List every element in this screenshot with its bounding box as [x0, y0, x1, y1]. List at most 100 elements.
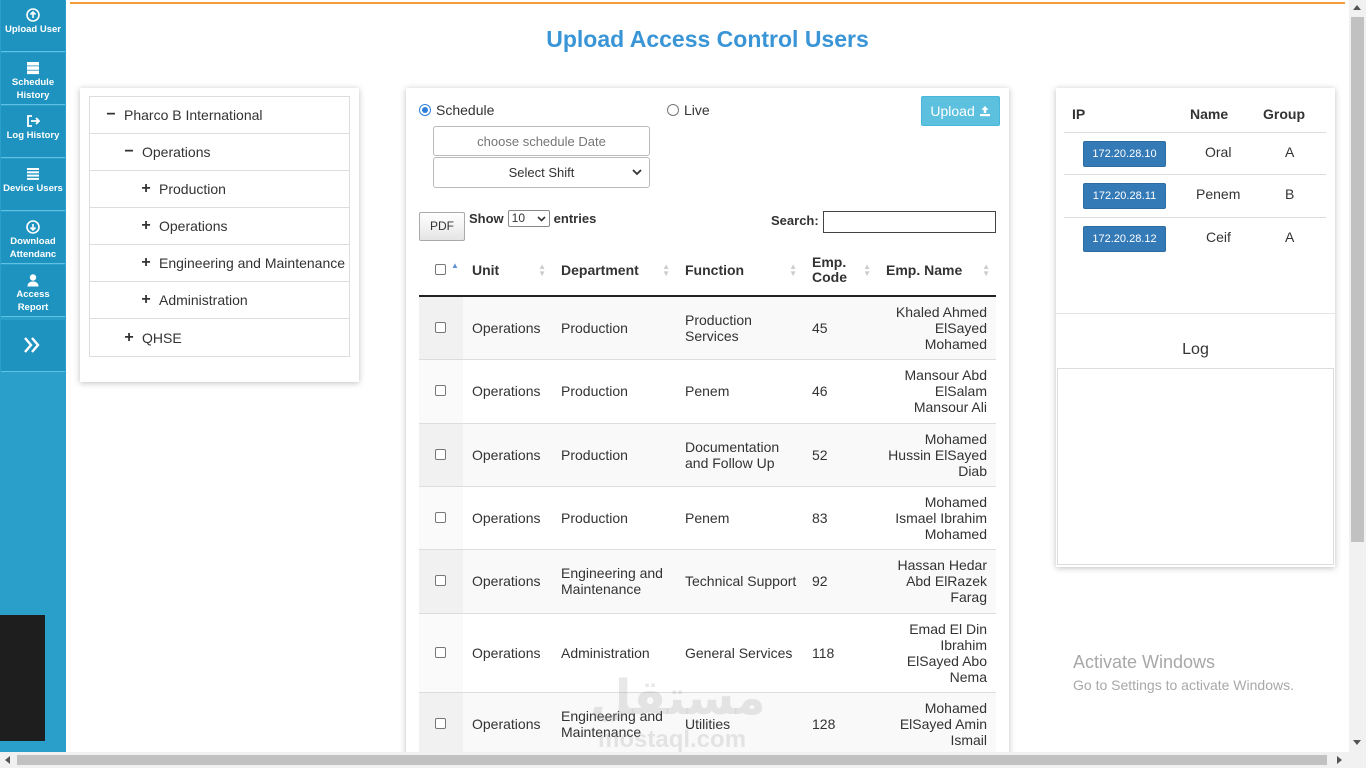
sidebar-item-access-report[interactable]: Access Report	[1, 265, 65, 317]
row-select-cell[interactable]	[419, 548, 463, 613]
sort-asc-icon: ▲	[451, 261, 459, 270]
schedule-date-input[interactable]	[433, 126, 650, 156]
table-row[interactable]: Operations Production Penem 83 Mohamed Ismae…	[419, 485, 996, 549]
row-select-cell[interactable]	[419, 422, 463, 486]
sidebar-expand-button[interactable]	[1, 320, 65, 372]
device-ip-button[interactable]: 172.20.28.12	[1083, 226, 1166, 252]
column-unit[interactable]: Unit ▲ ▼	[463, 245, 552, 297]
tree-node-operations[interactable]: − Operations	[90, 134, 349, 171]
cell-unit: Operations	[463, 295, 552, 359]
tree-node-administration[interactable]: + Administration	[90, 282, 349, 319]
row-checkbox[interactable]	[435, 646, 446, 658]
row-select-cell[interactable]	[419, 691, 463, 755]
sort-icon: ▲ ▼	[789, 262, 797, 278]
sign-out-icon	[27, 115, 40, 127]
shift-select[interactable]: Select Shift	[433, 157, 650, 188]
column-emp-code[interactable]: Emp. Code ▲ ▼	[803, 245, 877, 297]
select-all-checkbox[interactable]	[435, 264, 446, 275]
row-select-cell[interactable]	[419, 358, 463, 423]
tree-node-label: Engineering and Maintenance	[159, 255, 346, 271]
scroll-down-arrow-icon[interactable]	[1353, 740, 1361, 745]
live-radio[interactable]	[667, 104, 679, 116]
row-checkbox[interactable]	[435, 385, 446, 396]
table-row[interactable]: Operations Production Production Services 4…	[419, 295, 996, 359]
device-ip-button[interactable]: 172.20.28.10	[1083, 141, 1166, 167]
sidebar-item-log-history[interactable]: Log History	[1, 106, 65, 158]
device-ip-button[interactable]: 172.20.28.11	[1083, 183, 1166, 209]
collapse-icon[interactable]: −	[122, 143, 136, 161]
row-select-cell[interactable]	[419, 612, 463, 692]
scroll-left-arrow-icon[interactable]	[5, 756, 10, 764]
tree-node-operations-sub[interactable]: + Operations	[90, 208, 349, 245]
sidebar-item-label: Schedule History	[11, 77, 55, 101]
tree-node-pharco[interactable]: − Pharco B International	[90, 97, 349, 134]
expand-icon[interactable]: +	[139, 180, 153, 198]
sidebar-item-upload-user[interactable]: Upload User	[1, 0, 65, 52]
row-checkbox[interactable]	[435, 511, 446, 523]
table-row[interactable]: Operations Engineering and Maintenance Tec…	[419, 548, 996, 613]
device-group: B	[1285, 186, 1295, 202]
search-input[interactable]	[823, 211, 996, 233]
cell-emp-code: 83	[803, 485, 877, 549]
tree-node-label: Administration	[159, 292, 248, 308]
watermark-logo: مستقل	[590, 672, 766, 725]
device-row: 172.20.28.11 Penem B	[1064, 174, 1326, 216]
column-header-label: Function	[685, 262, 745, 278]
vertical-scroll-thumb[interactable]	[1351, 17, 1364, 542]
horizontal-scrollbar[interactable]	[0, 752, 1366, 768]
expand-icon[interactable]: +	[122, 329, 136, 347]
select-all-header[interactable]: ▲	[419, 245, 463, 297]
column-function[interactable]: Function ▲ ▼	[676, 245, 803, 297]
live-radio-label: Live	[684, 102, 710, 118]
server-icon	[27, 62, 39, 75]
activate-windows-subtitle: Go to Settings to activate Windows.	[1073, 677, 1294, 693]
entries-select-value: 10	[511, 211, 526, 225]
row-checkbox[interactable]	[435, 717, 446, 729]
table-row[interactable]: Operations Production Documentation and Fo…	[419, 422, 996, 486]
collapse-icon[interactable]: −	[104, 106, 118, 124]
device-name: Oral	[1205, 144, 1232, 160]
tree-node-engineering[interactable]: + Engineering and Maintenance	[90, 245, 349, 282]
sidebar-item-download-attendance[interactable]: Download Attendanc	[1, 212, 65, 264]
pdf-export-button[interactable]: PDF	[419, 212, 465, 241]
column-emp-name[interactable]: Emp. Name ▲ ▼	[877, 245, 996, 297]
expand-icon[interactable]: +	[139, 217, 153, 235]
cell-department: Production	[552, 295, 676, 359]
cell-emp-code: 118	[803, 612, 877, 692]
sidebar-item-label: Access Report	[16, 289, 50, 313]
watermark-url: mostaql.com	[598, 726, 747, 753]
schedule-radio[interactable]	[419, 104, 431, 116]
column-header-label: Emp. Name	[886, 262, 963, 278]
cell-emp-name: Hassan Hedar Abd ElRazek Farag	[877, 548, 996, 613]
sidebar-item-device-users[interactable]: Device Users	[1, 159, 65, 211]
row-checkbox[interactable]	[435, 448, 446, 460]
row-select-cell[interactable]	[419, 485, 463, 549]
upload-button[interactable]: Upload	[921, 96, 1000, 126]
row-checkbox[interactable]	[435, 321, 446, 333]
device-group: A	[1285, 229, 1295, 245]
tree-node-qhse[interactable]: + QHSE	[90, 319, 349, 356]
users-panel: Schedule Live Upload Select Shift PDF Sh…	[406, 88, 1009, 768]
cell-function: Production Services	[676, 295, 803, 359]
table-row[interactable]: Operations Production Penem 46 Mansour Abd E…	[419, 358, 996, 423]
scroll-right-arrow-icon[interactable]	[1337, 756, 1342, 764]
expand-icon[interactable]: +	[139, 254, 153, 272]
entries-select[interactable]: 10	[507, 210, 550, 227]
horizontal-scroll-thumb[interactable]	[17, 755, 1327, 765]
scroll-up-arrow-icon[interactable]	[1353, 5, 1361, 10]
sidebar-item-schedule-history[interactable]: Schedule History	[1, 53, 65, 105]
live-radio-option[interactable]: Live	[667, 102, 710, 118]
vertical-scrollbar[interactable]	[1349, 0, 1366, 752]
column-department[interactable]: Department ▲ ▼	[552, 245, 676, 297]
row-checkbox[interactable]	[435, 575, 446, 586]
schedule-radio-option[interactable]: Schedule	[419, 102, 494, 118]
tree-node-production[interactable]: + Production	[90, 171, 349, 208]
log-output[interactable]	[1057, 368, 1334, 565]
upload-icon	[979, 106, 990, 117]
search-label: Search:	[771, 213, 819, 228]
org-tree: − Pharco B International − Operations + …	[89, 96, 350, 357]
cell-department: Production	[552, 422, 676, 486]
expand-icon[interactable]: +	[139, 291, 153, 309]
cell-emp-name: Mohamed ElSayed Amin Ismail	[877, 691, 996, 755]
row-select-cell[interactable]	[419, 295, 463, 359]
